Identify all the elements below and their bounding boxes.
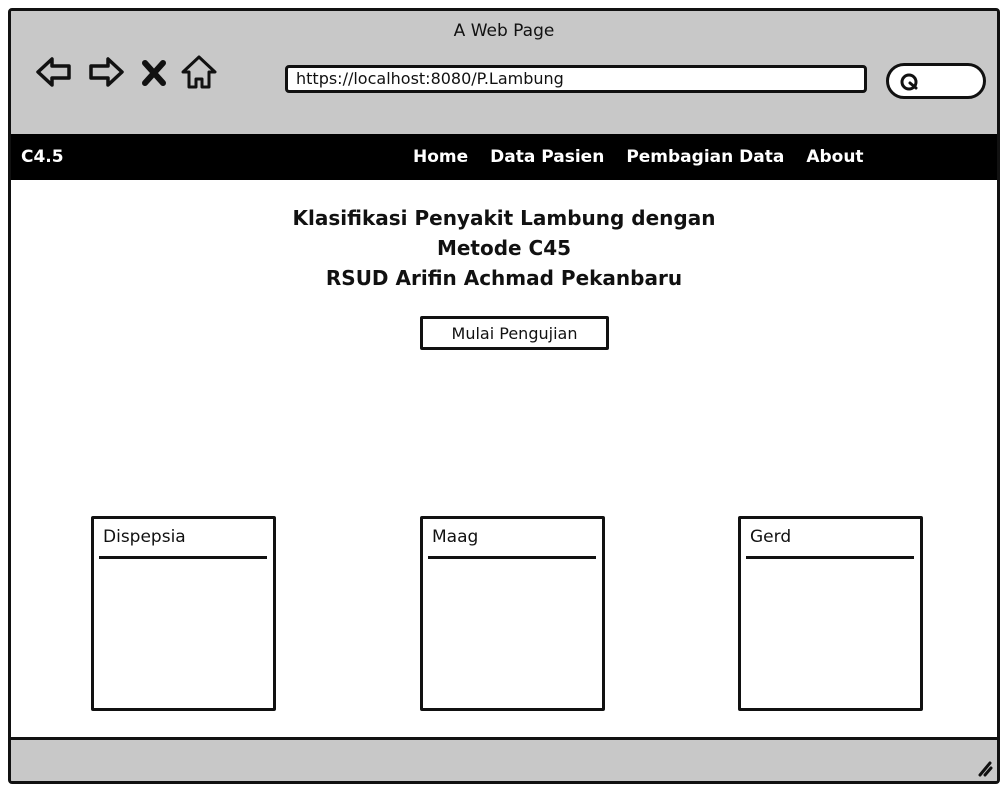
nav-link-about[interactable]: About: [806, 147, 863, 167]
page-title-line-1: Klasifikasi Penyakit Lambung dengan: [292, 206, 716, 230]
page-title-line-2: Metode C45: [436, 236, 572, 260]
home-icon[interactable]: [180, 53, 218, 91]
close-icon[interactable]: [139, 58, 169, 88]
navbar-links: Home Data Pasien Pembagian Data About: [413, 147, 864, 167]
url-input[interactable]: https://localhost:8080/P.Lambung: [285, 65, 867, 93]
card-divider: [99, 556, 267, 559]
card-title: Maag: [432, 527, 479, 547]
card-title: Dispepsia: [103, 527, 186, 547]
browser-window: A Web Page https://localhost:8080/P.Lamb…: [8, 8, 1000, 784]
navbar: C4.5 Home Data Pasien Pembagian Data Abo…: [11, 134, 997, 180]
nav-link-pembagian-data[interactable]: Pembagian Data: [626, 147, 784, 167]
navbar-brand[interactable]: C4.5: [21, 147, 64, 167]
start-test-button[interactable]: Mulai Pengujian: [420, 316, 609, 350]
card-title: Gerd: [750, 527, 792, 547]
browser-toolbar: A Web Page https://localhost:8080/P.Lamb…: [11, 11, 997, 134]
card-divider: [746, 556, 914, 559]
page-title-line-3: RSUD Arifin Achmad Pekanbaru: [325, 266, 683, 290]
window-title: A Web Page: [453, 21, 555, 41]
class-card-gerd: Gerd: [738, 516, 923, 711]
forward-arrow-icon[interactable]: [87, 53, 125, 91]
search-box[interactable]: [886, 63, 986, 99]
class-card-dispepsia: Dispepsia: [91, 516, 276, 711]
card-divider: [428, 556, 596, 559]
back-arrow-icon[interactable]: [35, 53, 73, 91]
nav-link-data-pasien[interactable]: Data Pasien: [490, 147, 604, 167]
status-bar: [11, 737, 997, 781]
page-title: Klasifikasi Penyakit Lambung dengan Meto…: [11, 203, 997, 293]
nav-link-home[interactable]: Home: [413, 147, 468, 167]
search-icon: [900, 73, 918, 91]
resize-grip-icon[interactable]: [971, 755, 993, 777]
class-card-maag: Maag: [420, 516, 605, 711]
